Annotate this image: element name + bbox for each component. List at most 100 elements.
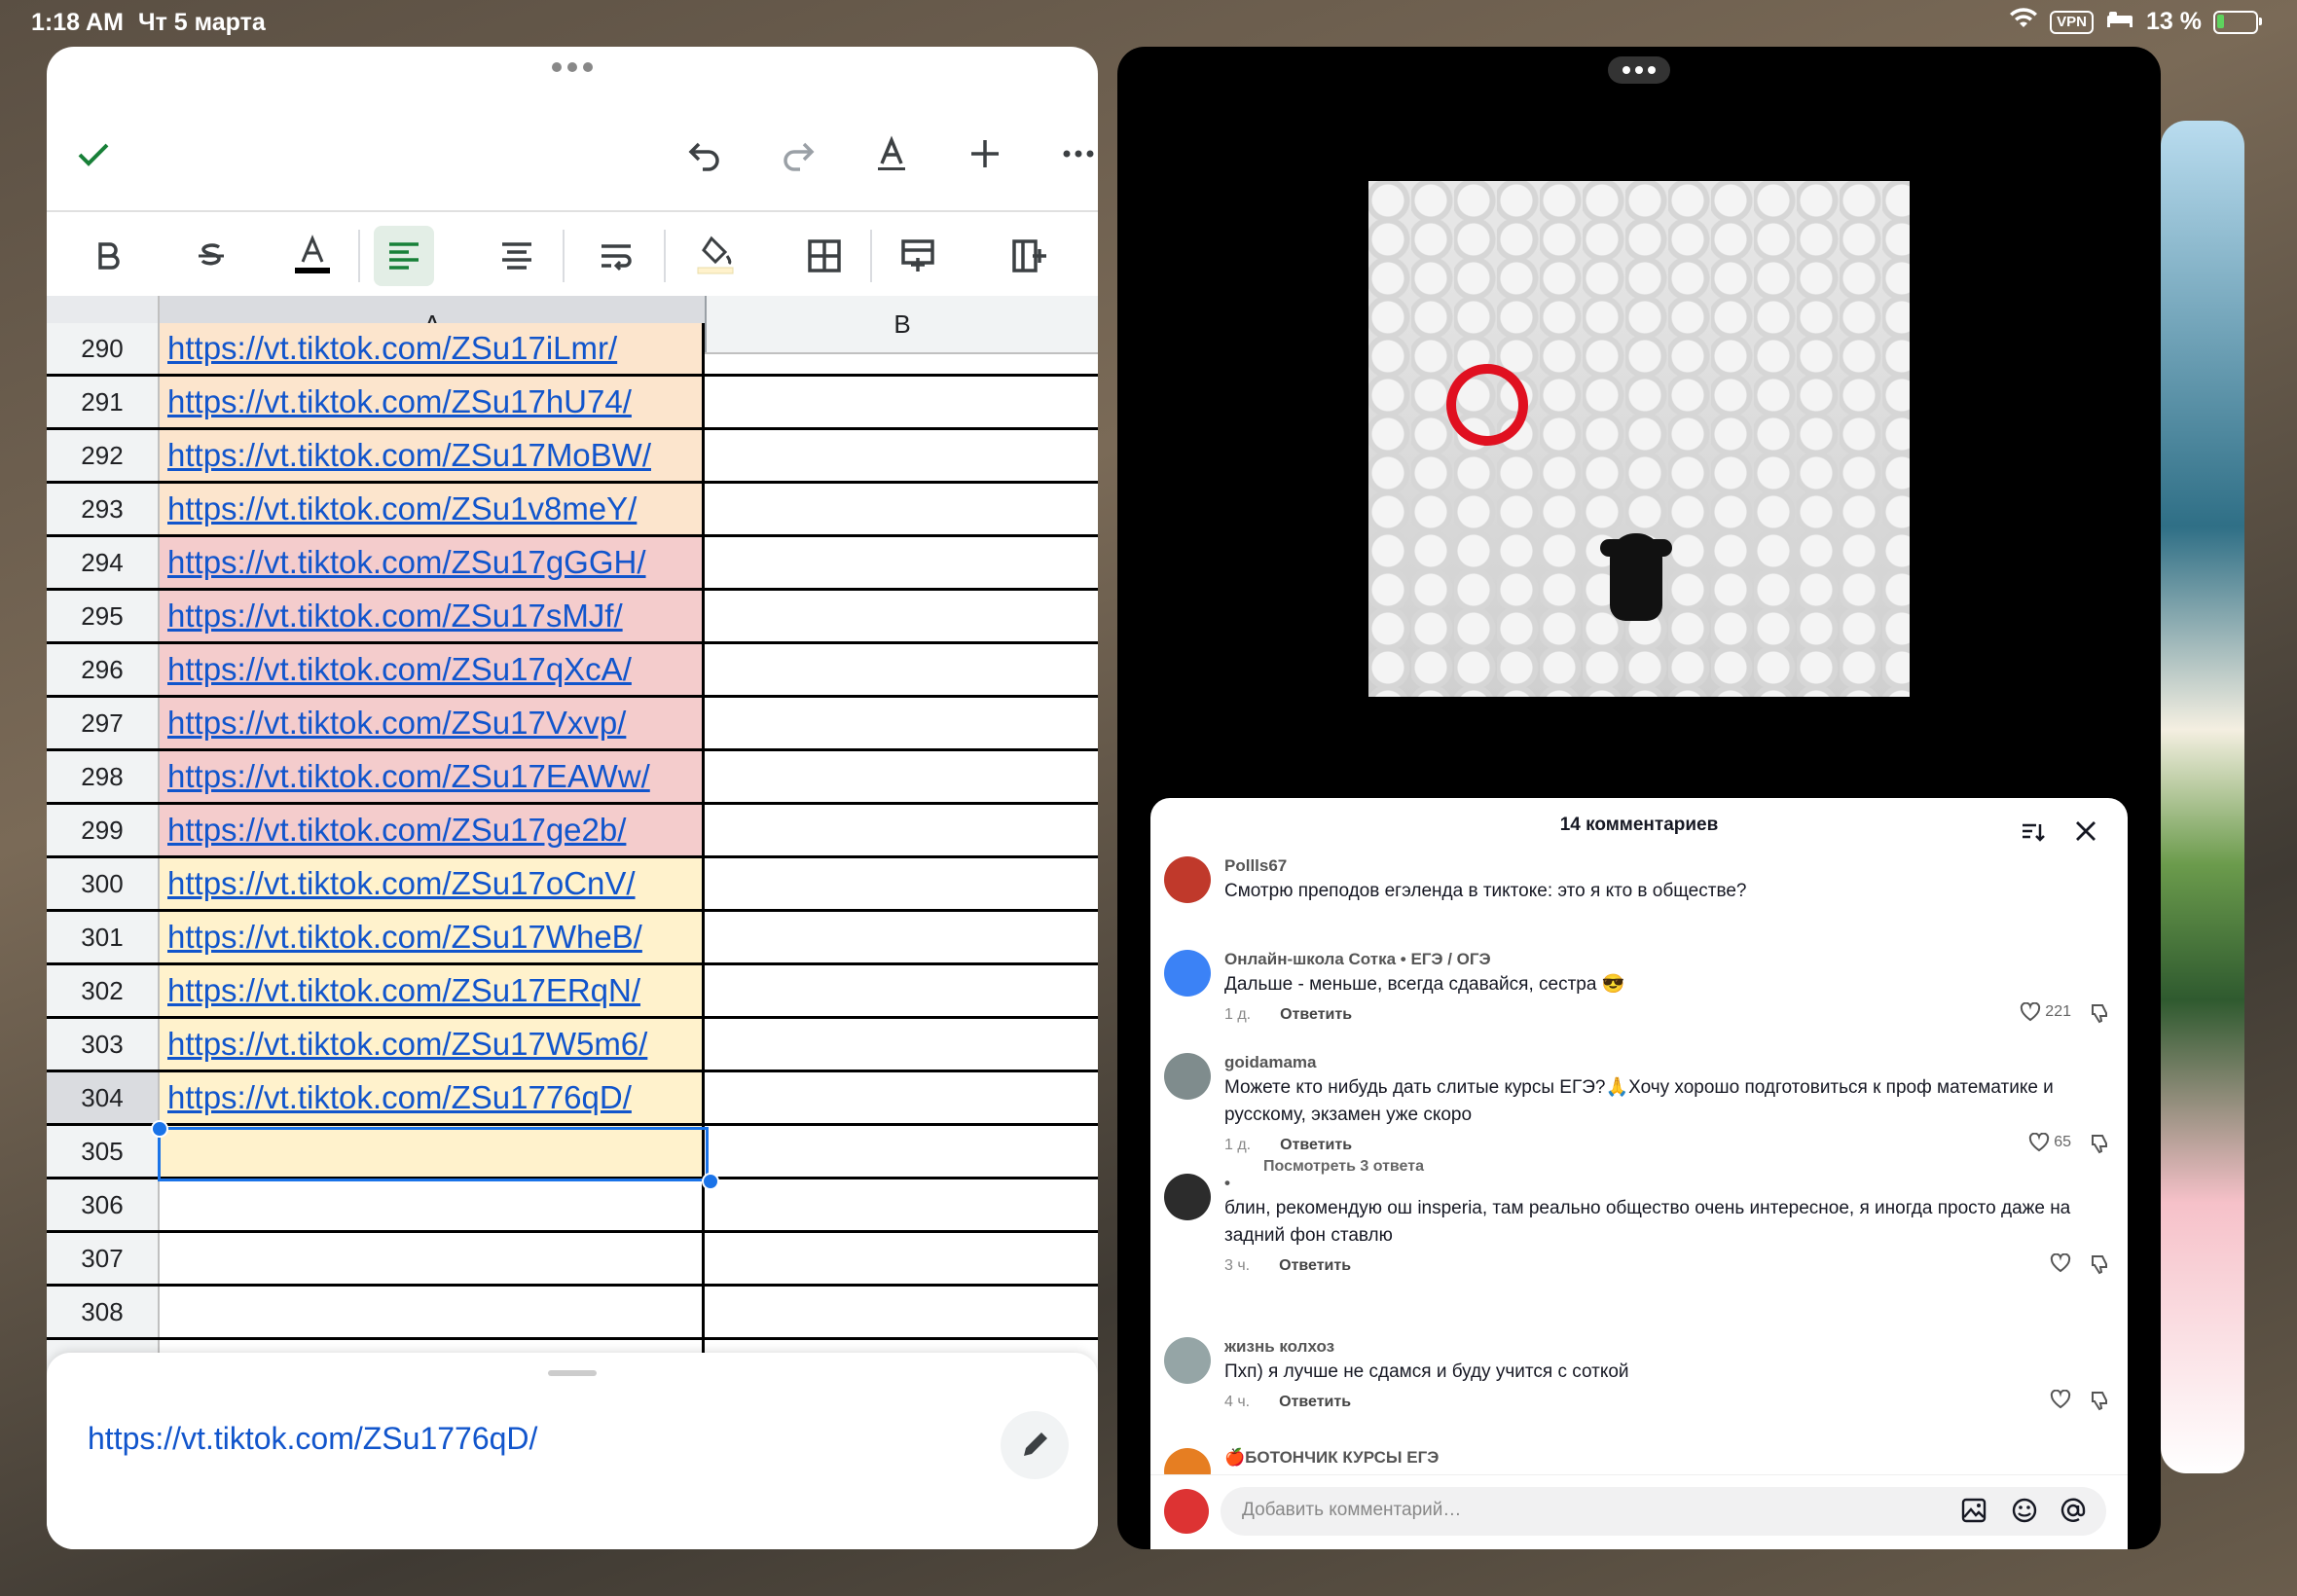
cell-a[interactable]: https://vt.tiktok.com/ZSu17hU74/ <box>160 377 705 427</box>
window-grabber-pill[interactable] <box>1608 56 1670 84</box>
cell-b[interactable] <box>707 805 1098 855</box>
cell-b[interactable] <box>707 1126 1098 1177</box>
row-number[interactable]: 296 <box>47 644 160 695</box>
cell-a[interactable]: https://vt.tiktok.com/ZSu1776qD/ <box>160 1072 705 1123</box>
cell-b[interactable] <box>707 1287 1098 1337</box>
table-row[interactable]: 293 https://vt.tiktok.com/ZSu1v8meY/ <box>47 484 1098 537</box>
row-number[interactable]: 307 <box>47 1233 160 1284</box>
table-row[interactable]: 297 https://vt.tiktok.com/ZSu17Vxvp/ <box>47 698 1098 751</box>
cell-b[interactable] <box>707 1179 1098 1230</box>
row-number[interactable]: 290 <box>47 323 160 374</box>
image-icon[interactable] <box>1960 1497 1987 1531</box>
cell-a[interactable]: https://vt.tiktok.com/ZSu17qXcA/ <box>160 644 705 695</box>
row-number[interactable]: 302 <box>47 965 160 1016</box>
edit-pencil-button[interactable] <box>1001 1411 1069 1479</box>
row-number[interactable]: 305 <box>47 1126 160 1177</box>
table-row[interactable]: 298 https://vt.tiktok.com/ZSu17EAWw/ <box>47 751 1098 805</box>
table-row[interactable]: 301 https://vt.tiktok.com/ZSu17WheB/ <box>47 912 1098 965</box>
row-number[interactable]: 294 <box>47 537 160 588</box>
strikethrough-icon[interactable] <box>181 226 241 286</box>
table-row[interactable]: 295 https://vt.tiktok.com/ZSu17sMJf/ <box>47 591 1098 644</box>
selection-handle-start[interactable] <box>151 1120 168 1138</box>
cell-a[interactable] <box>160 1179 705 1230</box>
like-button[interactable] <box>2050 1252 2071 1273</box>
avatar[interactable] <box>1164 950 1211 997</box>
table-row[interactable]: 294 https://vt.tiktok.com/ZSu17gGGH/ <box>47 537 1098 591</box>
cell-b[interactable] <box>707 537 1098 588</box>
mention-icon[interactable] <box>2060 1497 2087 1531</box>
dislike-icon[interactable] <box>2089 1133 2110 1160</box>
text-color-icon[interactable] <box>282 226 343 286</box>
row-number[interactable]: 292 <box>47 430 160 481</box>
table-row[interactable]: 292 https://vt.tiktok.com/ZSu17MoBW/ <box>47 430 1098 484</box>
cell-a[interactable] <box>160 1126 705 1177</box>
row-number[interactable]: 293 <box>47 484 160 534</box>
window-grabber[interactable] <box>552 62 593 72</box>
insert-row-icon[interactable] <box>888 226 948 286</box>
comment-input[interactable]: Добавить комментарий… <box>1221 1487 2106 1536</box>
cell-a[interactable]: https://vt.tiktok.com/ZSu17ERqN/ <box>160 965 705 1016</box>
selection-handle-end[interactable] <box>702 1173 719 1190</box>
table-row[interactable]: 291 https://vt.tiktok.com/ZSu17hU74/ <box>47 377 1098 430</box>
row-number[interactable]: 301 <box>47 912 160 962</box>
cell-a[interactable]: https://vt.tiktok.com/ZSu17EAWw/ <box>160 751 705 802</box>
dislike-icon[interactable] <box>2089 1002 2110 1030</box>
comment-username[interactable]: Pollls67 <box>1224 856 1287 876</box>
reply-button[interactable]: Ответить <box>1280 1137 1352 1153</box>
cell-b[interactable] <box>707 591 1098 641</box>
done-check-icon[interactable] <box>64 125 123 183</box>
comment-username[interactable]: • <box>1224 1174 1230 1193</box>
cell-a[interactable]: https://vt.tiktok.com/ZSu17Vxvp/ <box>160 698 705 748</box>
text-wrap-icon[interactable] <box>586 226 646 286</box>
bold-icon[interactable] <box>78 226 138 286</box>
cell-a[interactable]: https://vt.tiktok.com/ZSu17ge2b/ <box>160 805 705 855</box>
comment-username[interactable]: жизнь колхоз <box>1224 1337 1334 1357</box>
row-number[interactable]: 291 <box>47 377 160 427</box>
video-frame-sheep[interactable] <box>1368 181 1910 697</box>
reply-button[interactable]: Ответить <box>1280 1006 1352 1023</box>
avatar[interactable] <box>1164 856 1211 903</box>
avatar[interactable] <box>1164 1053 1211 1100</box>
more-options-icon[interactable] <box>1049 125 1098 183</box>
cell-a[interactable]: https://vt.tiktok.com/ZSu17sMJf/ <box>160 591 705 641</box>
cell-b[interactable] <box>707 858 1098 909</box>
like-button[interactable] <box>2050 1389 2071 1409</box>
cell-a[interactable] <box>160 1287 705 1337</box>
table-row[interactable]: 290 https://vt.tiktok.com/ZSu17iLmr/ <box>47 323 1098 377</box>
cell-b[interactable] <box>707 751 1098 802</box>
cell-a[interactable]: https://vt.tiktok.com/ZSu17oCnV/ <box>160 858 705 909</box>
row-number[interactable]: 297 <box>47 698 160 748</box>
row-number[interactable]: 299 <box>47 805 160 855</box>
cell-a[interactable]: https://vt.tiktok.com/ZSu17WheB/ <box>160 912 705 962</box>
avatar[interactable] <box>1164 1337 1211 1384</box>
cell-b[interactable] <box>707 1019 1098 1070</box>
row-number[interactable]: 300 <box>47 858 160 909</box>
table-row[interactable]: 308 <box>47 1287 1098 1340</box>
table-row[interactable]: 299 https://vt.tiktok.com/ZSu17ge2b/ <box>47 805 1098 858</box>
row-number[interactable]: 303 <box>47 1019 160 1070</box>
cell-b[interactable] <box>707 430 1098 481</box>
spreadsheet-grid[interactable]: A B 290https://vt.tiktok.com/ZSu17iLmr/2… <box>47 296 1098 1405</box>
cell-b[interactable] <box>707 377 1098 427</box>
avatar[interactable] <box>1164 1174 1211 1220</box>
table-row[interactable]: 305 <box>47 1126 1098 1179</box>
dislike-icon[interactable] <box>2089 1390 2110 1417</box>
text-format-icon[interactable] <box>862 125 921 183</box>
table-row[interactable]: 302 https://vt.tiktok.com/ZSu17ERqN/ <box>47 965 1098 1019</box>
row-number[interactable]: 308 <box>47 1287 160 1337</box>
cell-b[interactable] <box>707 323 1098 374</box>
reply-button[interactable]: Ответить <box>1279 1394 1351 1410</box>
cell-editor-value[interactable]: https://vt.tiktok.com/ZSu1776qD/ <box>88 1421 537 1457</box>
table-row[interactable]: 303 https://vt.tiktok.com/ZSu17W5m6/ <box>47 1019 1098 1072</box>
row-number[interactable]: 304 <box>47 1072 160 1123</box>
comment-username[interactable]: goidamama <box>1224 1053 1316 1072</box>
row-number[interactable]: 306 <box>47 1179 160 1230</box>
align-center-icon[interactable] <box>487 226 547 286</box>
table-row[interactable]: 307 <box>47 1233 1098 1287</box>
dislike-icon[interactable] <box>2089 1253 2110 1281</box>
row-number[interactable]: 295 <box>47 591 160 641</box>
borders-icon[interactable] <box>794 226 855 286</box>
like-button[interactable]: 221 <box>2020 1001 2071 1022</box>
cell-a[interactable]: https://vt.tiktok.com/ZSu17iLmr/ <box>160 323 705 374</box>
like-button[interactable]: 65 <box>2028 1132 2071 1152</box>
